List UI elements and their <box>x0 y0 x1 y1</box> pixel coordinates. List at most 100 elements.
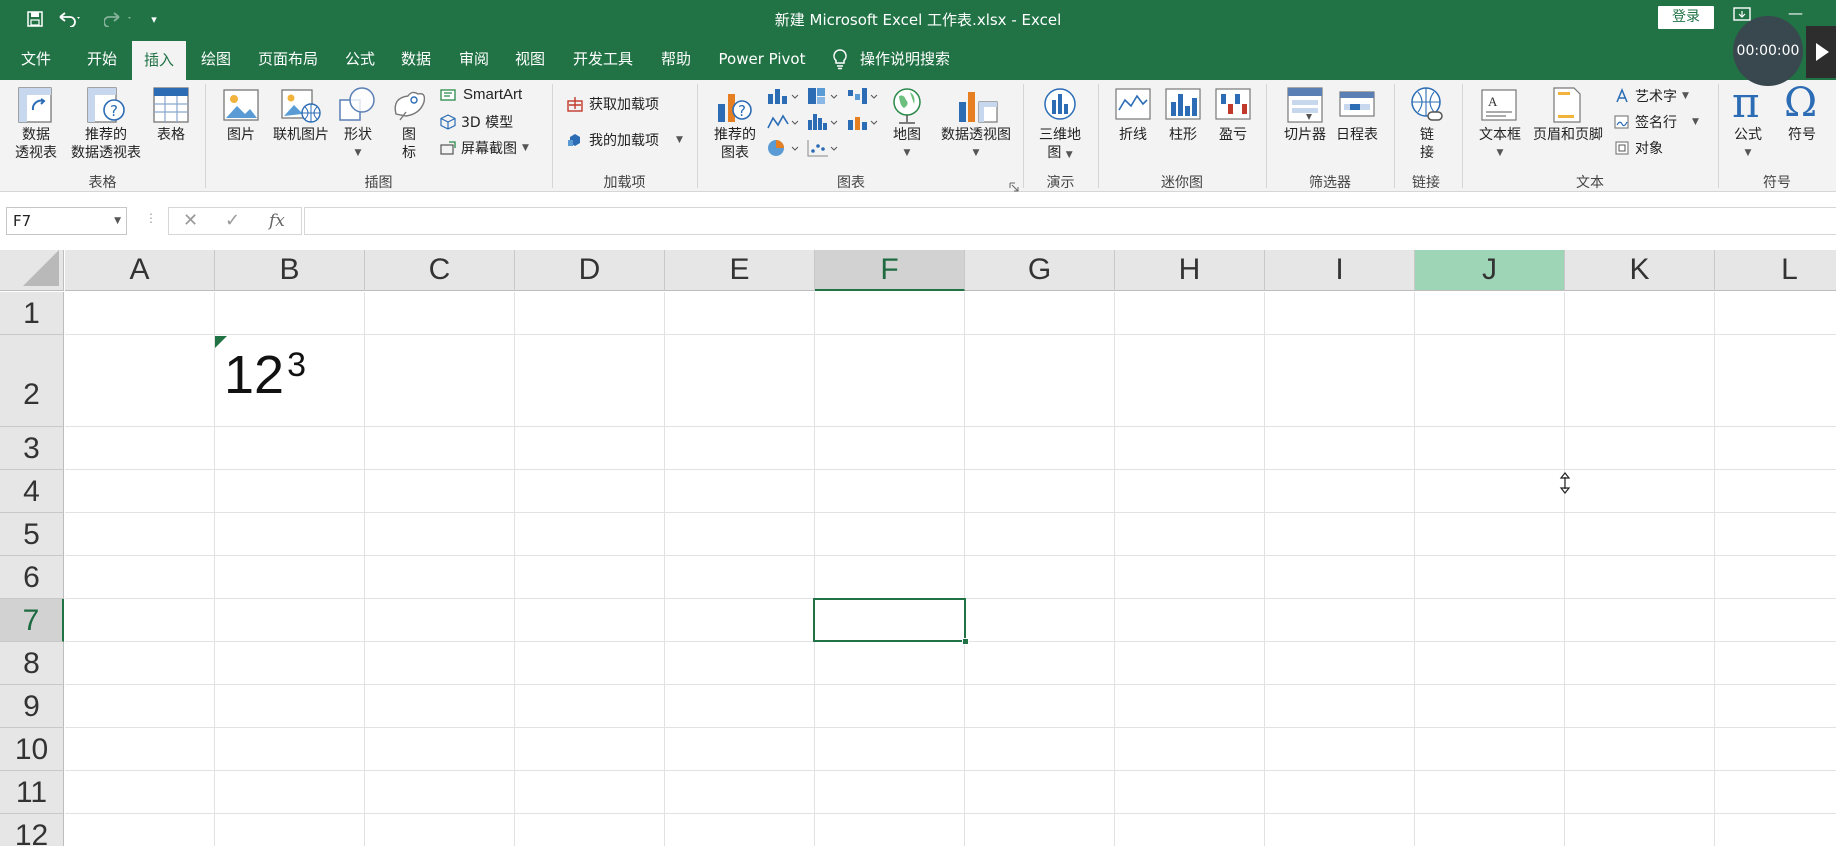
line-chart-icon[interactable] <box>766 112 800 136</box>
my-addins-button[interactable]: 我的加载项 ▼ <box>566 130 683 150</box>
name-box[interactable]: F7 ▼ <box>6 207 127 235</box>
statistic-chart-icon[interactable] <box>806 112 840 136</box>
pie-chart-icon[interactable] <box>766 138 800 162</box>
column-header-i[interactable]: I <box>1265 250 1415 291</box>
map-chart-button[interactable]: 地图 ▼ <box>888 126 926 162</box>
column-header-a[interactable]: A <box>65 250 215 291</box>
symbol-button[interactable]: 符号 <box>1780 126 1824 144</box>
recommended-pivot-icon: ? <box>86 86 126 130</box>
object-button[interactable]: 对象 <box>1614 138 1663 158</box>
row-header-11[interactable]: 11 <box>0 771 64 814</box>
formula-input[interactable] <box>304 207 1836 235</box>
tab-file[interactable]: 文件 <box>16 38 56 80</box>
picture-button[interactable]: 图片 <box>222 126 260 144</box>
column-header-k[interactable]: K <box>1565 250 1715 291</box>
minimize-icon[interactable]: — <box>1788 4 1803 22</box>
3d-model-button[interactable]: 3D 模型 <box>440 112 513 132</box>
tab-formulas[interactable]: 公式 <box>340 38 380 80</box>
row-header-5[interactable]: 5 <box>0 513 64 556</box>
play-icon[interactable] <box>1806 26 1836 78</box>
hierarchy-chart-icon[interactable] <box>806 86 840 110</box>
column-header-l[interactable]: L <box>1715 250 1836 291</box>
gridline-horizontal <box>65 469 1836 470</box>
textbox-label: 文本框 <box>1479 127 1521 143</box>
recommended-pivot-button[interactable]: 推荐的 数据透视表 <box>66 126 146 162</box>
row-header-1[interactable]: 1 <box>0 292 64 335</box>
online-picture-button[interactable]: 联机图片 <box>268 126 334 144</box>
tab-power-pivot[interactable]: Power Pivot <box>712 38 812 80</box>
tab-draw[interactable]: 绘图 <box>196 38 236 80</box>
pivot-table-button[interactable]: 数据 透视表 <box>8 126 64 162</box>
row-header-9[interactable]: 9 <box>0 685 64 728</box>
gridline-vertical <box>1264 292 1265 846</box>
row-header-7[interactable]: 7 <box>0 599 64 642</box>
formula-bar-splitter[interactable]: ⋮ <box>145 211 157 225</box>
chevron-down-icon: ▼ <box>903 148 911 158</box>
sparkline-column-button[interactable]: 柱形 <box>1164 126 1202 144</box>
scatter-chart-icon[interactable] <box>806 138 840 162</box>
row-header-6[interactable]: 6 <box>0 556 64 599</box>
get-addins-button[interactable]: 获取加载项 <box>566 94 659 114</box>
table-button[interactable]: 表格 <box>150 126 192 144</box>
row-header-8[interactable]: 8 <box>0 642 64 685</box>
column-header-f[interactable]: F <box>815 250 965 291</box>
cell-b2[interactable]: 123 <box>224 346 306 402</box>
cancel-icon[interactable]: ✕ <box>183 210 198 231</box>
smartart-button[interactable]: SmartArt <box>440 86 522 103</box>
row-header-3[interactable]: 3 <box>0 427 64 470</box>
insert-function-icon[interactable]: fx <box>269 211 285 231</box>
column-chart-icon[interactable] <box>766 86 800 110</box>
3d-map-button[interactable]: 三维地 图 ▼ <box>1034 126 1086 164</box>
icons-label-2: 标 <box>402 145 416 161</box>
tell-me-search[interactable]: 操作说明搜索 <box>860 38 970 80</box>
link-button[interactable]: 链 接 <box>1412 126 1442 162</box>
column-header-e[interactable]: E <box>665 250 815 291</box>
my-addins-label: 我的加载项 <box>589 133 659 149</box>
screenshot-button[interactable]: 屏幕截图 ▼ <box>440 138 529 158</box>
tab-help[interactable]: 帮助 <box>656 38 696 80</box>
tab-page-layout[interactable]: 页面布局 <box>256 38 320 80</box>
tab-data[interactable]: 数据 <box>396 38 436 80</box>
store-icon <box>567 97 583 112</box>
pivot-chart-button[interactable]: 数据透视图 ▼ <box>934 126 1018 162</box>
sparkline-winloss-button[interactable]: 盈亏 <box>1214 126 1252 144</box>
tab-view[interactable]: 视图 <box>510 38 550 80</box>
header-footer-button[interactable]: 页眉和页脚 <box>1530 126 1606 144</box>
row-header-2[interactable]: 2 <box>0 335 64 427</box>
tab-developer[interactable]: 开发工具 <box>568 38 638 80</box>
row-header-4[interactable]: 4 <box>0 470 64 513</box>
active-cell-f7[interactable] <box>813 598 966 642</box>
gridline-horizontal <box>65 334 1836 335</box>
slicer-button[interactable]: 切片器 <box>1280 126 1330 144</box>
sparkline-line-button[interactable]: 折线 <box>1114 126 1152 144</box>
textbox-button[interactable]: 文本框 ▼ <box>1474 126 1526 162</box>
column-header-c[interactable]: C <box>365 250 515 291</box>
column-header-d[interactable]: D <box>515 250 665 291</box>
timeline-button[interactable]: 日程表 <box>1332 126 1382 144</box>
column-header-g[interactable]: G <box>965 250 1115 291</box>
fill-handle[interactable] <box>962 638 969 645</box>
equation-button[interactable]: 公式 ▼ <box>1728 126 1768 162</box>
combo-chart-icon[interactable] <box>846 112 880 136</box>
column-header-j[interactable]: J <box>1415 250 1565 291</box>
login-button[interactable]: 登录 <box>1658 6 1714 29</box>
icons-button[interactable]: 图 标 <box>396 126 422 162</box>
column-header-b[interactable]: B <box>215 250 365 291</box>
column-header-h[interactable]: H <box>1115 250 1265 291</box>
recommended-charts-button[interactable]: 推荐的 图表 <box>708 126 762 162</box>
tab-insert[interactable]: 插入 <box>132 41 186 80</box>
signature-line-button[interactable]: 签名行 ▼ <box>1614 112 1699 132</box>
gridline-horizontal <box>65 512 1836 513</box>
waterfall-chart-icon[interactable] <box>846 86 880 110</box>
select-all-button[interactable] <box>0 250 64 291</box>
tab-review[interactable]: 审阅 <box>454 38 494 80</box>
map-label: 地图 <box>893 127 921 143</box>
chevron-down-icon[interactable]: ▼ <box>114 208 121 234</box>
enter-icon[interactable]: ✓ <box>225 210 240 231</box>
row-header-12[interactable]: 12 <box>0 814 64 846</box>
tab-home[interactable]: 开始 <box>82 38 122 80</box>
wordart-button[interactable]: 艺术字 ▼ <box>1614 86 1689 106</box>
pivot-chart-icon <box>955 86 999 130</box>
shapes-button[interactable]: 形状 ▼ <box>338 126 378 162</box>
row-header-10[interactable]: 10 <box>0 728 64 771</box>
